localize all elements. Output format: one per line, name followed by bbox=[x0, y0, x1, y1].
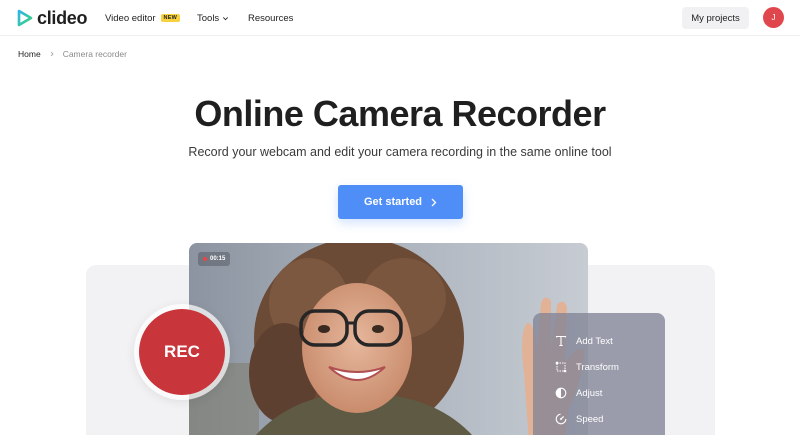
nav-tools[interactable]: Tools bbox=[197, 0, 229, 36]
nav-video-editor-label: Video editor bbox=[105, 12, 156, 24]
clideo-logo[interactable]: clideo bbox=[17, 7, 88, 29]
menu-item-add-text[interactable]: Add Text bbox=[555, 335, 613, 347]
get-started-button[interactable]: Get started bbox=[338, 185, 463, 219]
menu-item-speed[interactable]: Speed bbox=[555, 413, 603, 425]
avatar[interactable]: J bbox=[763, 7, 784, 28]
nav-resources[interactable]: Resources bbox=[248, 0, 293, 36]
edit-tools-menu: Add Text Transform Adjust Speed bbox=[533, 313, 665, 435]
page-title: Online Camera Recorder bbox=[194, 93, 606, 134]
menu-item-label: Adjust bbox=[576, 387, 603, 399]
get-started-label: Get started bbox=[363, 196, 423, 208]
adjust-icon bbox=[555, 387, 567, 399]
menu-item-adjust[interactable]: Adjust bbox=[555, 387, 602, 399]
webcam-preview-image bbox=[189, 243, 588, 435]
my-projects-button[interactable]: My projects bbox=[682, 7, 749, 29]
speed-icon bbox=[555, 413, 567, 425]
chevron-right-icon bbox=[50, 51, 54, 57]
menu-item-label: Add Text bbox=[576, 335, 613, 347]
recording-dot-icon bbox=[203, 257, 207, 261]
new-badge: NEW bbox=[160, 14, 180, 22]
logo-text: clideo bbox=[37, 7, 88, 28]
recording-timer-text: 00:15 bbox=[210, 256, 226, 262]
menu-item-label: Transform bbox=[576, 361, 619, 373]
recording-timer: 00:15 bbox=[198, 252, 231, 266]
page-subtitle: Record your webcam and edit your camera … bbox=[188, 145, 612, 159]
top-header: clideo Video editor NEW Tools Resources … bbox=[0, 0, 800, 36]
text-icon bbox=[555, 335, 567, 347]
transform-icon bbox=[555, 361, 567, 373]
breadcrumb-home[interactable]: Home bbox=[18, 49, 41, 59]
nav-tools-label: Tools bbox=[197, 12, 220, 24]
breadcrumb-current: Camera recorder bbox=[62, 49, 127, 59]
rec-button[interactable]: REC bbox=[139, 309, 225, 395]
menu-item-transform[interactable]: Transform bbox=[555, 361, 619, 373]
chevron-right-icon bbox=[431, 198, 437, 206]
nav-video-editor[interactable]: Video editor NEW bbox=[105, 0, 180, 36]
chevron-down-icon bbox=[223, 16, 229, 20]
menu-item-label: Speed bbox=[576, 413, 604, 425]
breadcrumb: Home Camera recorder bbox=[18, 49, 127, 59]
play-logo-icon bbox=[17, 9, 33, 27]
